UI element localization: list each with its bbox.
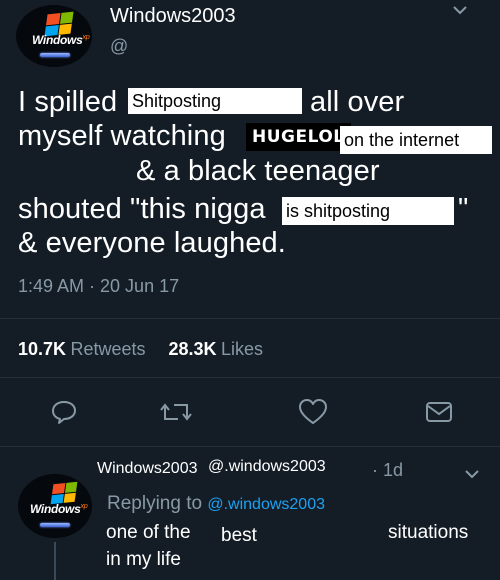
chevron-down-icon[interactable] (464, 468, 480, 480)
reply-text: situations (388, 522, 469, 543)
author-handle[interactable]: @ (110, 36, 128, 57)
thread-line (54, 542, 56, 580)
tweet-timestamp[interactable]: 1:49 AM · 20 Jun 17 (18, 276, 179, 297)
tweet-text-line-5: & everyone laughed. (18, 227, 286, 259)
author-avatar[interactable]: Windowsxp (16, 5, 92, 67)
reply-text: in my life (106, 549, 181, 570)
reply-time[interactable]: · 1d (372, 460, 403, 481)
reply-icon[interactable] (50, 398, 78, 426)
reply-author-handle[interactable]: @.windows2003 (208, 458, 326, 476)
reply-avatar[interactable]: Windowsxp (18, 474, 92, 538)
replying-to-handle[interactable]: @.windows2003 (207, 496, 325, 513)
tweet-text-line-1-end: all over (310, 86, 405, 118)
likes-count[interactable]: 28.3K (168, 339, 216, 359)
tweet-text-line-2: myself watching (18, 120, 226, 152)
divider (0, 446, 500, 447)
reply-text: one of the (106, 522, 191, 543)
retweet-icon[interactable] (160, 400, 192, 424)
tweet-text-line-4: shouted "this nigga (18, 193, 266, 225)
like-icon[interactable] (298, 398, 328, 426)
avatar-bar (40, 53, 70, 57)
likes-label[interactable]: Likes (221, 339, 263, 359)
tweet-text-line-1: I spilled (18, 86, 118, 118)
replying-to-label: Replying to (107, 493, 203, 514)
caption-label: is shitposting (282, 197, 454, 225)
caption-label: Shitposting (128, 88, 302, 114)
retweets-count[interactable]: 10.7K (18, 339, 66, 359)
avatar-bar (40, 523, 70, 527)
divider (0, 377, 500, 378)
divider (0, 318, 500, 319)
chevron-down-icon[interactable] (452, 4, 468, 16)
reply-text: best (221, 525, 257, 546)
avatar-wordmark: Windowsxp (30, 501, 88, 516)
avatar-wordmark: Windowsxp (32, 32, 90, 47)
author-name[interactable]: Windows2003 (110, 5, 236, 28)
caption-label: on the internet (340, 126, 492, 154)
reply-author-name[interactable]: Windows2003 (97, 460, 198, 478)
message-icon[interactable] (425, 400, 453, 424)
tweet-text-line-3: & a black teenager (136, 155, 380, 187)
replying-to: Replying to @.windows2003 (107, 493, 325, 515)
hugelol-logo: HUGELOL (246, 123, 351, 151)
tweet-stats: 10.7K Retweets 28.3K Likes (18, 339, 263, 360)
tweet-text-line-4-end: " (458, 193, 469, 225)
retweets-label[interactable]: Retweets (71, 339, 146, 359)
